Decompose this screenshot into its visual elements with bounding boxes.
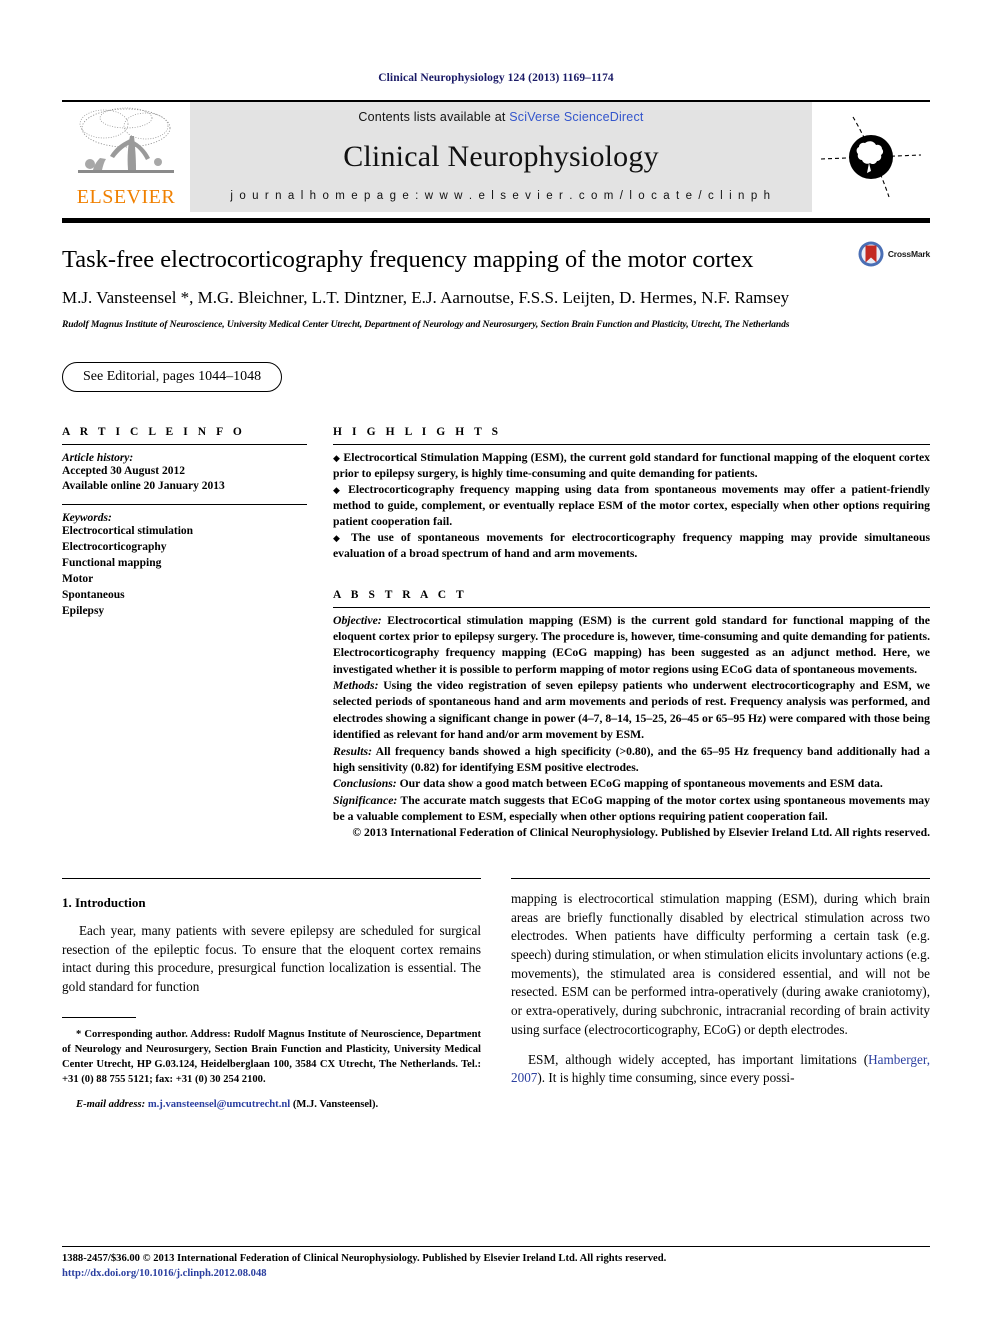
keyword-item: Motor xyxy=(62,572,94,585)
body-columns: 1. Introduction Each year, many patients… xyxy=(62,877,930,1124)
corresponding-author-note: * Corresponding author. Address: Rudolf … xyxy=(62,1028,481,1087)
elsevier-logo: ELSEVIER xyxy=(62,102,190,212)
email-link[interactable]: m.j.vansteensel@umcutrecht.nl xyxy=(148,1099,290,1110)
keyword-item: Functional mapping xyxy=(62,556,162,569)
body-top-rule-left xyxy=(62,877,481,879)
info-abstract-area: A R T I C L E I N F O Article history: A… xyxy=(62,426,930,842)
article-info-rule xyxy=(62,443,307,445)
body-column-left: 1. Introduction Each year, many patients… xyxy=(62,877,481,1124)
highlight-item: ◆ Electrocortical Stimulation Mapping (E… xyxy=(333,450,930,482)
sciencedirect-link[interactable]: SciVerse ScienceDirect xyxy=(509,110,643,124)
article-history-online: Available online 20 January 2013 xyxy=(62,480,225,493)
abstract-section-text: The accurate match suggests that ECoG ma… xyxy=(333,793,930,824)
highlights-abstract-column: H I G H L I G H T S ◆ Electrocortical St… xyxy=(333,426,930,842)
abstract-section-text: Using the video registration of seven ep… xyxy=(333,679,930,742)
journal-emblem-icon xyxy=(820,116,922,198)
body-paragraph: mapping is electrocortical stimulation m… xyxy=(511,890,930,1037)
body-paragraph: ESM, although widely accepted, has impor… xyxy=(511,1051,930,1088)
abstract-section: Results: All frequency bands showed a hi… xyxy=(333,744,930,777)
page-footer: 1388-2457/$36.00 © 2013 International Fe… xyxy=(62,1246,930,1281)
abstract-section-label: Methods: xyxy=(333,679,379,693)
abstract-section-text: All frequency bands showed a high specif… xyxy=(333,744,930,774)
keywords-label: Keywords: xyxy=(62,512,112,525)
body-top-rule-right xyxy=(511,877,930,879)
bullet-icon: ◆ xyxy=(333,452,341,463)
doi-link[interactable]: http://dx.doi.org/10.1016/j.clinph.2012.… xyxy=(62,1267,930,1281)
journal-masthead: ELSEVIER Contents lists available at Sci… xyxy=(62,100,930,212)
article-page: Clinical Neurophysiology 124 (2013) 1169… xyxy=(0,0,992,1323)
footnote-rule xyxy=(62,1016,136,1018)
abstract-section: Objective: Electrocortical stimulation m… xyxy=(333,613,930,679)
highlights-rule xyxy=(333,443,930,445)
article-info-heading: A R T I C L E I N F O xyxy=(62,425,246,438)
see-editorial-link[interactable]: See Editorial, pages 1044–1048 xyxy=(62,361,283,392)
abstract-copyright: © 2013 International Federation of Clini… xyxy=(352,826,930,840)
bullet-icon: ◆ xyxy=(333,533,345,544)
footnote-text: Corresponding author. Address: Rudolf Ma… xyxy=(62,1029,481,1085)
running-head: Clinical Neurophysiology 124 (2013) 1169… xyxy=(378,72,614,84)
crossmark-icon xyxy=(858,241,884,267)
elsevier-tree-icon xyxy=(78,107,174,173)
keyword-item: Spontaneous xyxy=(62,588,125,601)
crossmark-label: CrossMark xyxy=(887,249,930,259)
page-title: Task-free electrocorticography frequency… xyxy=(62,246,754,273)
author-list: M.J. Vansteensel *, M.G. Bleichner, L.T.… xyxy=(62,288,790,308)
keyword-item: Electrocorticography xyxy=(62,541,167,554)
contents-lists-line: Contents lists available at SciVerse Sci… xyxy=(358,110,643,124)
section-heading-introduction: 1. Introduction xyxy=(62,894,146,910)
crossmark-badge[interactable]: CrossMark xyxy=(858,241,930,267)
highlight-item: ◆ The use of spontaneous movements for e… xyxy=(333,530,930,562)
email-label: E-mail address: xyxy=(76,1099,146,1111)
journal-homepage-line[interactable]: j o u r n a l h o m e p a g e : w w w . … xyxy=(230,190,771,202)
body-column-right: mapping is electrocortical stimulation m… xyxy=(511,877,930,1124)
email-note: E-mail address: m.j.vansteensel@umcutrec… xyxy=(62,1098,481,1113)
abstract-heading: A B S T R A C T xyxy=(333,588,468,601)
abstract-section-text: Our data show a good match between ECoG … xyxy=(396,777,883,791)
article-info-divider xyxy=(62,504,307,506)
highlights-list: ◆ Electrocortical Stimulation Mapping (E… xyxy=(333,450,930,563)
issn-copyright-line: 1388-2457/$36.00 © 2013 International Fe… xyxy=(62,1253,667,1265)
journal-title: Clinical Neurophysiology xyxy=(343,140,659,173)
highlight-item: ◆ Electrocorticography frequency mapping… xyxy=(333,482,930,530)
article-history-accepted: Accepted 30 August 2012 xyxy=(62,464,185,477)
paragraph-pre-citation: ESM, although widely accepted, has impor… xyxy=(528,1051,869,1067)
highlight-text: Electrocorticography frequency mapping u… xyxy=(333,482,931,529)
abstract-section-label: Conclusions: xyxy=(333,777,397,791)
footer-rule xyxy=(62,1246,930,1248)
article-history-label: Article history: xyxy=(62,451,134,464)
footnote-block: * Corresponding author. Address: Rudolf … xyxy=(62,1016,481,1113)
paragraph-post-citation: ). It is highly time consuming, since ev… xyxy=(537,1070,795,1086)
highlight-text: Electrocortical Stimulation Mapping (ESM… xyxy=(333,450,931,480)
title-block: Task-free electrocorticography frequency… xyxy=(62,241,930,332)
article-info-column: A R T I C L E I N F O Article history: A… xyxy=(62,426,307,842)
abstract-section: Conclusions: Our data show a good match … xyxy=(333,776,930,792)
keyword-item: Electrocortical stimulation xyxy=(62,525,194,538)
abstract-section-label: Results: xyxy=(333,744,372,758)
abstract-section-text: Electrocortical stimulation mapping (ESM… xyxy=(333,613,930,676)
abstract-section-label: Significance: xyxy=(333,793,398,807)
abstract-section-label: Objective: xyxy=(333,613,382,627)
abstract-rule xyxy=(333,606,930,608)
journal-cover-mark xyxy=(812,102,930,212)
keyword-item: Epilepsy xyxy=(62,604,105,617)
abstract-section: Significance: The accurate match suggest… xyxy=(333,793,930,826)
masthead-bottom-rule xyxy=(62,218,930,223)
affiliation: Rudolf Magnus Institute of Neuroscience,… xyxy=(62,318,790,330)
highlight-text: The use of spontaneous movements for ele… xyxy=(333,531,931,561)
bullet-icon: ◆ xyxy=(333,484,343,495)
abstract-body: Objective: Electrocortical stimulation m… xyxy=(333,613,930,842)
highlights-heading: H I G H L I G H T S xyxy=(333,425,502,438)
body-paragraph: Each year, many patients with severe epi… xyxy=(62,922,481,994)
elsevier-wordmark: ELSEVIER xyxy=(76,186,176,208)
journal-band: Contents lists available at SciVerse Sci… xyxy=(190,102,812,212)
email-suffix: (M.J. Vansteensel). xyxy=(290,1099,379,1111)
abstract-section: Methods: Using the video registration of… xyxy=(333,678,930,744)
contents-prefix: Contents lists available at xyxy=(358,110,510,124)
